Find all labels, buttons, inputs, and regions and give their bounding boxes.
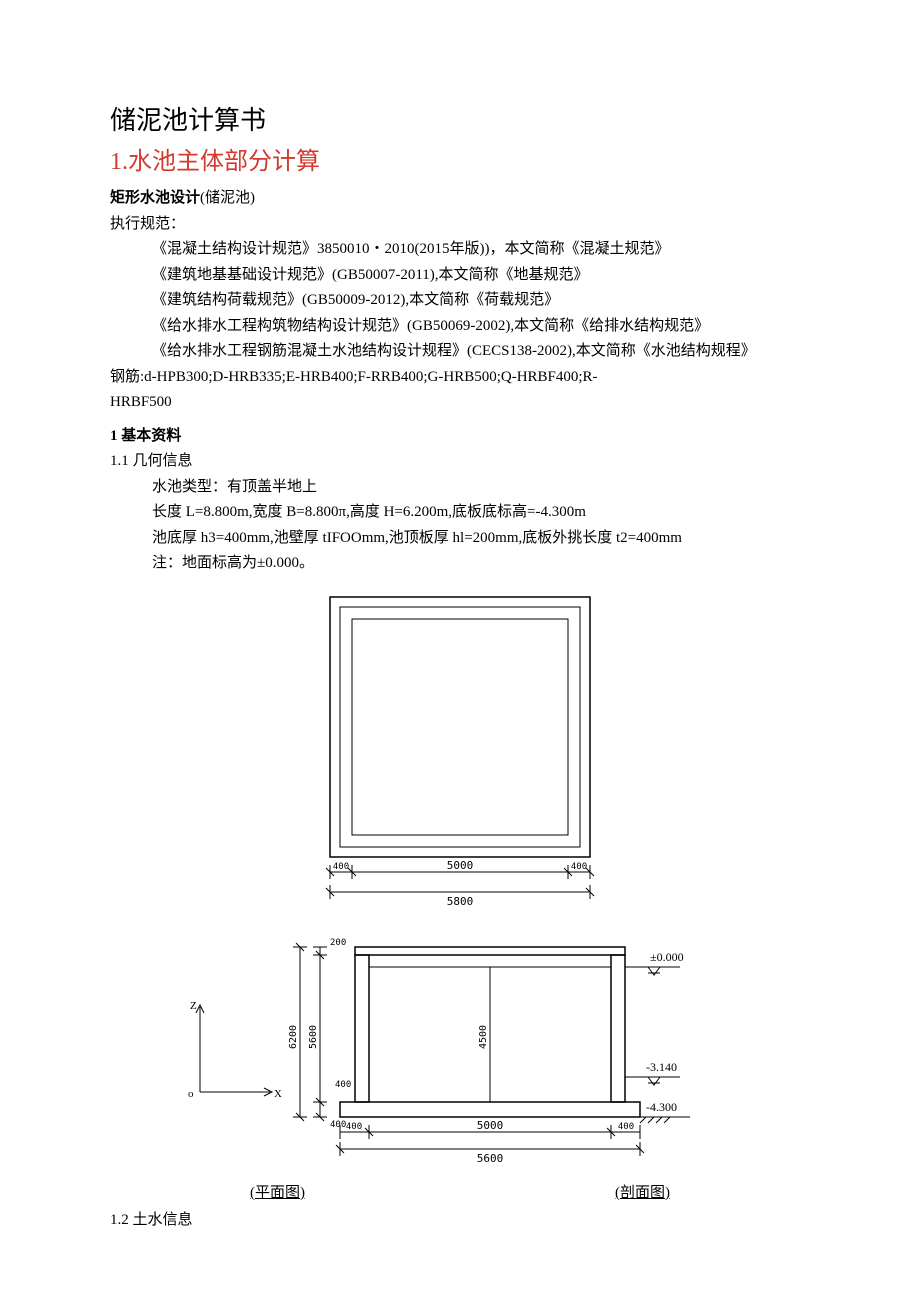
standard-item: 《给水排水工程钢筋混凝土水池结构设计规程》(CECS138-2002),本文简称… [110, 339, 810, 365]
dim-plan-t-right: 400 [571, 862, 587, 872]
dim-sec-t-left: 400 [346, 1122, 362, 1132]
geom-line: 注：地面标高为±0.000。 [110, 551, 810, 577]
dim-plan-outer: 5800 [447, 895, 474, 908]
dim-h-outer: 6200 [288, 1024, 299, 1048]
dim-sec-outer-w: 5600 [477, 1152, 504, 1165]
dim-plan-t-left: 400 [333, 862, 349, 872]
dim-sec-inner-w: 5000 [477, 1119, 504, 1132]
design-paren: (储泥池) [200, 190, 255, 206]
section-svg: Z o X [180, 927, 740, 1177]
heading-geom: 1.1 几何信息 [110, 449, 810, 475]
dim-t-wall: 400 [335, 1080, 351, 1090]
rebar-line: HRBF500 [110, 390, 810, 416]
geom-line: 池底厚 h3=400mm,池壁厚 tIFOOmm,池顶板厚 hl=200mm,底… [110, 526, 810, 552]
heading-soil: 1.2 土水信息 [110, 1208, 810, 1234]
level-base: -4.300 [646, 1100, 677, 1114]
plan-svg: 5000 400 400 5800 [300, 587, 620, 917]
caption-plan: (平面图) [250, 1181, 305, 1202]
dim-inner-h: 4500 [478, 1024, 489, 1048]
standard-item: 《混凝土结构设计规范》3850010・2010(2015年版))，本文简称《混凝… [110, 237, 810, 263]
standard-item: 《建筑结构荷载规范》(GB50009-2012),本文简称《荷载规范》 [110, 288, 810, 314]
standards-label: 执行规范： [110, 212, 810, 238]
dim-t-base: 400 [330, 1120, 346, 1130]
axis-x: X [274, 1088, 282, 1100]
standard-item: 《建筑地基基础设计规范》(GB50007-2011),本文简称《地基规范》 [110, 263, 810, 289]
heading-basic: 1 基本资料 [110, 424, 810, 450]
dim-h-inner: 5600 [308, 1024, 319, 1048]
dim-sec-t-right: 400 [618, 1122, 634, 1132]
dim-plan-inner: 5000 [447, 859, 474, 872]
section-1-title: 1.水池主体部分计算 [110, 141, 810, 176]
standard-item: 《给水排水工程构筑物结构设计规范》(GB50069-2002),本文简称《给排水… [110, 314, 810, 340]
geom-line: 长度 L=8.800m,宽度 B=8.800π,高度 H=6.200m,底板底标… [110, 500, 810, 526]
doc-title: 储泥池计算书 [110, 100, 810, 137]
plan-figure: 5000 400 400 5800 [110, 587, 810, 917]
rebar-line: 钢筋:d-HPB300;D-HRB335;E-HRB400;F-RRB400;G… [110, 365, 810, 391]
axis-o: o [188, 1088, 194, 1100]
dim-t-top: 200 [330, 938, 346, 948]
level-mid: -3.140 [646, 1060, 677, 1074]
caption-section: (剖面图) [615, 1181, 670, 1202]
level-ground: ±0.000 [650, 950, 684, 964]
design-name: 矩形水池设计 [110, 190, 200, 206]
geom-line: 水池类型：有顶盖半地上 [110, 475, 810, 501]
axis-z: Z [190, 1000, 197, 1012]
section-figure: Z o X [110, 927, 810, 1202]
